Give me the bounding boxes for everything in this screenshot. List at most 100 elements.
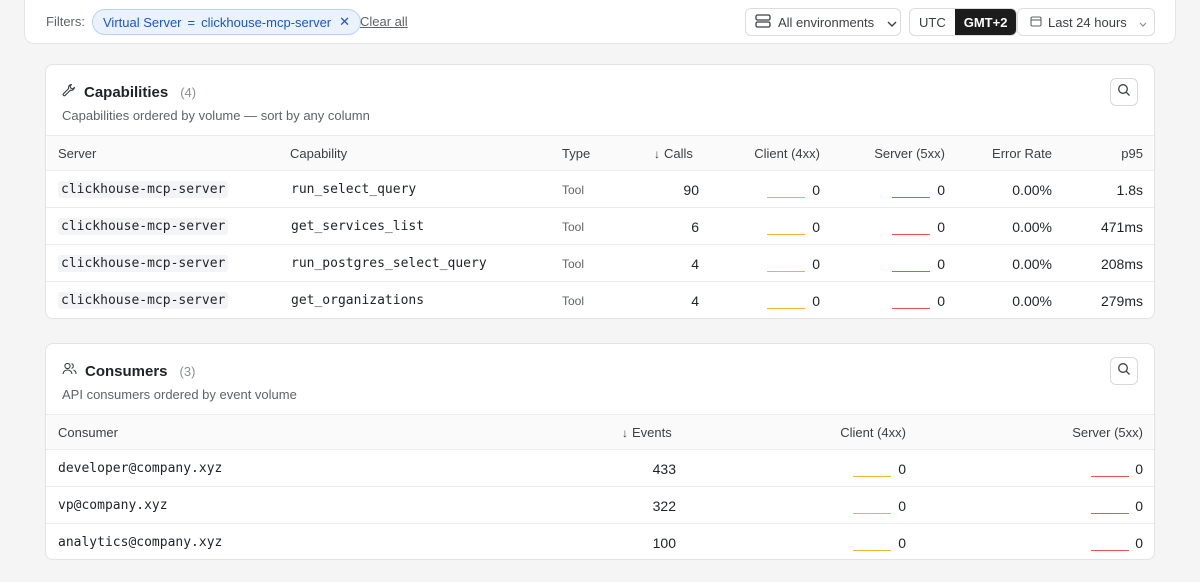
server-5xx-value: 0 [937, 256, 945, 272]
consumer-email: developer@company.xyz [58, 461, 223, 476]
client-4xx-value: 0 [812, 256, 820, 272]
chip-value: clickhouse-mcp-server [201, 14, 332, 30]
table-row[interactable]: clickhouse-mcp-server get_services_list … [46, 208, 1154, 245]
col-client-4xx[interactable]: Client (4xx) [716, 146, 820, 161]
capabilities-table-header: Server Capability Type ↓ Calls Client (4x… [46, 135, 1154, 171]
wrench-icon [62, 83, 76, 102]
error-rate-value: 0.00% [1012, 182, 1052, 198]
calendar-icon [1030, 15, 1042, 30]
consumers-heading: Consumers (3) [62, 362, 195, 380]
col-events-label: Events [632, 425, 672, 440]
p95-value: 471ms [1100, 219, 1143, 235]
col-capability[interactable]: Capability [290, 146, 347, 161]
col-type[interactable]: Type [562, 146, 590, 161]
filter-chip-virtual-server[interactable]: Virtual Server = clickhouse-mcp-server ✕ [92, 9, 362, 35]
chip-operator: = [187, 14, 196, 30]
server-5xx-value: 0 [937, 293, 945, 309]
col-events[interactable]: ↓ Events [622, 425, 672, 440]
error-rate-value: 0.00% [1012, 293, 1052, 309]
consumers-subtitle: API consumers ordered by event volume [62, 387, 297, 402]
arrow-down-icon: ↓ [622, 426, 628, 440]
client-4xx-value: 0 [898, 461, 906, 477]
col-consumer[interactable]: Consumer [58, 425, 118, 440]
calls-value: 4 [691, 293, 699, 309]
error-rate-value: 0.00% [1012, 256, 1052, 272]
capabilities-table-body: clickhouse-mcp-server run_select_query T… [46, 171, 1154, 318]
capability-name: get_organizations [291, 293, 425, 308]
capabilities-count: (4) [180, 85, 197, 100]
server-5xx-value: 0 [1135, 461, 1143, 477]
calls-value: 4 [691, 256, 699, 272]
capabilities-heading: Capabilities (4) [62, 83, 196, 102]
col-calls-label: Calls [664, 146, 693, 161]
table-row[interactable]: developer@company.xyz 433 0 0 [46, 450, 1154, 487]
close-icon[interactable]: ✕ [339, 14, 350, 30]
timezone-gmt2[interactable]: GMT+2 [954, 9, 1017, 35]
capability-type: Tool [562, 183, 585, 197]
server-5xx-value: 0 [937, 219, 945, 235]
client-4xx-value: 0 [898, 535, 906, 551]
chip-key: Virtual Server [103, 14, 182, 30]
search-icon [1117, 362, 1131, 381]
server-5xx-value: 0 [1135, 498, 1143, 514]
capabilities-title: Capabilities [84, 84, 169, 101]
server-5xx-value: 0 [1135, 535, 1143, 551]
search-icon [1117, 83, 1131, 102]
client-4xx-value: 0 [812, 219, 820, 235]
consumers-card: Consumers (3) API consumers ordered by e… [45, 343, 1155, 560]
capabilities-subtitle: Capabilities ordered by volume — sort by… [62, 108, 370, 123]
p95-value: 208ms [1100, 256, 1143, 272]
consumers-search-button[interactable] [1110, 357, 1138, 385]
environment-select[interactable]: All environments [745, 8, 901, 36]
client-4xx-value: 0 [812, 293, 820, 309]
timezone-toggle: UTC GMT+2 [909, 8, 1018, 36]
arrow-down-icon: ↓ [654, 147, 660, 161]
capability-type: Tool [562, 257, 585, 271]
col-server-5xx[interactable]: Server (5xx) [1046, 425, 1143, 440]
server-stack-icon [755, 13, 771, 31]
consumer-email: vp@company.xyz [58, 498, 168, 513]
col-server[interactable]: Server [58, 146, 96, 161]
capability-name: run_postgres_select_query [291, 256, 487, 271]
events-value: 433 [652, 461, 676, 477]
consumers-table-header: Consumer ↓ Events Client (4xx) Server (5x… [46, 414, 1154, 450]
server-name: clickhouse-mcp-server [58, 218, 229, 235]
client-4xx-value: 0 [812, 182, 820, 198]
capability-name: get_services_list [291, 219, 425, 234]
server-name: clickhouse-mcp-server [58, 181, 229, 198]
col-server-5xx[interactable]: Server (5xx) [844, 146, 945, 161]
chevron-down-icon [1139, 15, 1147, 30]
events-value: 322 [652, 498, 676, 514]
capability-name: run_select_query [291, 182, 417, 197]
table-row[interactable]: clickhouse-mcp-server run_postgres_selec… [46, 245, 1154, 282]
table-row[interactable]: vp@company.xyz 322 0 0 [46, 487, 1154, 524]
client-4xx-value: 0 [898, 498, 906, 514]
p95-value: 279ms [1100, 293, 1143, 309]
calls-value: 90 [683, 182, 699, 198]
consumers-count: (3) [179, 363, 196, 379]
users-icon [62, 362, 77, 380]
capability-type: Tool [562, 220, 585, 234]
col-p95[interactable]: p95 [1086, 146, 1143, 161]
time-range-label: Last 24 hours [1048, 14, 1127, 30]
timezone-utc[interactable]: UTC [910, 9, 955, 35]
filters-label: Filters: [46, 14, 85, 29]
col-calls[interactable]: ↓ Calls [654, 146, 699, 161]
table-row[interactable]: analytics@company.xyz 100 0 0 [46, 524, 1154, 559]
chevron-down-icon [887, 15, 897, 30]
col-error-rate[interactable]: Error Rate [966, 146, 1052, 161]
filter-bar: Filters: Virtual Server = clickhouse-mcp… [24, 0, 1176, 44]
clear-all-link[interactable]: Clear all [360, 14, 408, 29]
capabilities-search-button[interactable] [1110, 78, 1138, 106]
table-row[interactable]: clickhouse-mcp-server get_organizations … [46, 282, 1154, 318]
consumer-email: analytics@company.xyz [58, 535, 223, 550]
col-client-4xx[interactable]: Client (4xx) [816, 425, 906, 440]
table-row[interactable]: clickhouse-mcp-server run_select_query T… [46, 171, 1154, 208]
environment-label: All environments [778, 14, 875, 30]
server-5xx-value: 0 [937, 182, 945, 198]
capability-type: Tool [562, 294, 585, 308]
events-value: 100 [652, 535, 676, 551]
time-range-select[interactable]: Last 24 hours [1017, 8, 1155, 36]
p95-value: 1.8s [1116, 182, 1143, 198]
server-name: clickhouse-mcp-server [58, 292, 229, 309]
